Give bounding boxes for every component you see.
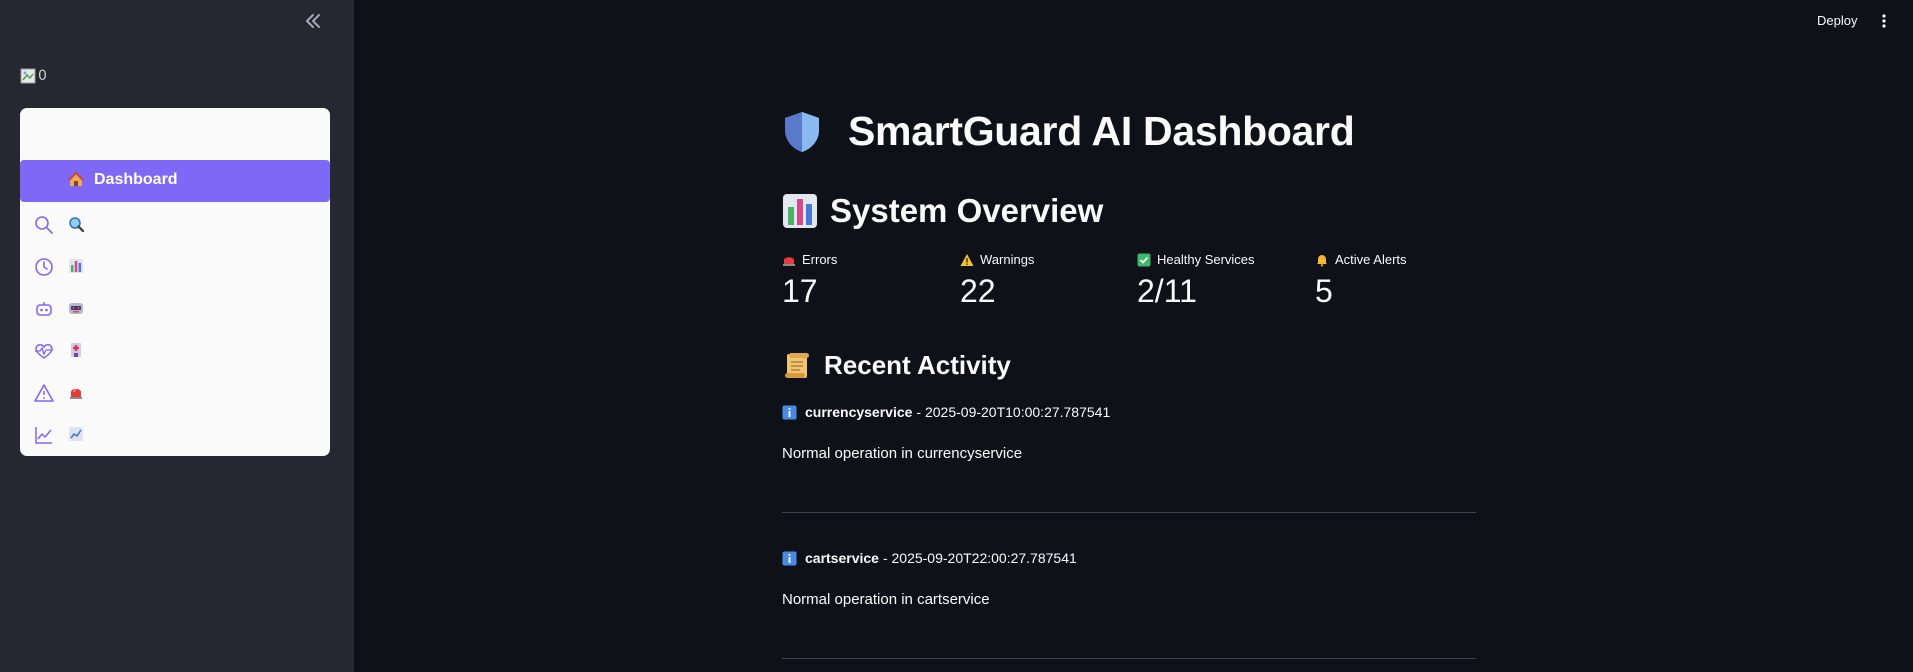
nav-item-label: Dashboard — [94, 171, 178, 188]
activity-message: Normal operation in cartservice — [782, 591, 990, 608]
metric-healthy-services: Healthy Services 2/11 — [1137, 252, 1307, 310]
sidebar: 0 Dashboard — [0, 0, 354, 672]
robot-emoji-icon — [69, 303, 83, 314]
siren-emoji-icon — [70, 389, 82, 399]
metric-label: Errors — [802, 252, 838, 267]
metric-label: Warnings — [980, 252, 1035, 267]
bell-icon — [1317, 254, 1327, 267]
activity-item: currencyservice - 2025-09-20T10:00:27.78… — [782, 404, 1476, 462]
divider — [782, 658, 1476, 659]
bar-chart-icon — [783, 194, 817, 228]
metric-value: 17 — [782, 273, 818, 309]
activity-item: cartservice - 2025-09-20T22:00:27.787541… — [782, 550, 1476, 608]
metric-errors: Errors 17 — [782, 252, 952, 310]
shield-icon — [785, 111, 819, 152]
app-root: 0 Dashboard Deploy SmartGuard AI Dashboa… — [0, 0, 1913, 672]
heart-pulse-icon — [35, 344, 53, 359]
logo-image-broken: 0 — [20, 68, 47, 84]
house-icon — [68, 171, 84, 188]
nav-item-health[interactable] — [20, 330, 330, 372]
overview-heading-row: System Overview — [782, 192, 1103, 230]
activity-timestamp: - 2025-09-20T10:00:27.787541 — [916, 404, 1111, 420]
magnifier-emoji-icon — [69, 217, 84, 232]
page-title-row: SmartGuard AI Dashboard — [782, 108, 1355, 155]
overview-heading: System Overview — [830, 192, 1104, 229]
metric-active-alerts: Active Alerts 5 — [1315, 252, 1485, 310]
divider — [782, 512, 1476, 513]
activity-heading-row: Recent Activity — [782, 350, 1011, 381]
hospital-emoji-icon — [71, 343, 81, 357]
metric-value: 22 — [960, 273, 996, 309]
nav-item-search[interactable] — [20, 204, 330, 246]
more-menu-icon[interactable] — [1876, 13, 1892, 29]
metric-label: Healthy Services — [1157, 252, 1255, 267]
history-icon — [35, 258, 53, 276]
nav-item-robot[interactable] — [20, 288, 330, 330]
nav-item-analytics[interactable] — [20, 414, 330, 456]
nav-menu: Dashboard — [20, 108, 330, 456]
activity-timestamp: - 2025-09-20T22:00:27.787541 — [882, 550, 1077, 566]
metric-warnings: Warnings 22 — [960, 252, 1130, 310]
activity-service: cartservice — [805, 550, 879, 566]
robot-icon — [36, 302, 52, 316]
broken-image-icon — [20, 68, 36, 84]
activity-service: currencyservice — [805, 404, 913, 420]
activity-message: Normal operation in currencyservice — [782, 445, 1023, 462]
check-icon — [1137, 253, 1151, 266]
trend-emoji-icon — [69, 427, 83, 441]
bar-chart-emoji-icon — [69, 259, 83, 273]
metric-label: Active Alerts — [1335, 252, 1407, 267]
scroll-icon — [785, 352, 809, 378]
search-icon — [35, 216, 53, 234]
nav-item-dashboard[interactable]: Dashboard — [20, 160, 330, 202]
activity-heading: Recent Activity — [824, 350, 1011, 380]
nav-item-history[interactable] — [20, 246, 330, 288]
siren-icon — [783, 256, 795, 266]
broken-image-alt: 0 — [38, 68, 47, 84]
warning-icon — [34, 384, 54, 402]
page-title: SmartGuard AI Dashboard — [848, 108, 1355, 154]
warning-icon — [960, 253, 974, 266]
nav-item-alerts[interactable] — [20, 372, 330, 414]
metric-value: 5 — [1315, 273, 1333, 309]
chevrons-left-icon — [306, 14, 320, 28]
line-chart-icon — [35, 427, 52, 444]
metric-value: 2/11 — [1137, 273, 1197, 309]
collapse-sidebar-button[interactable] — [302, 10, 324, 32]
deploy-button[interactable]: Deploy — [1817, 13, 1857, 28]
info-icon — [782, 551, 797, 565]
info-icon — [782, 405, 797, 419]
